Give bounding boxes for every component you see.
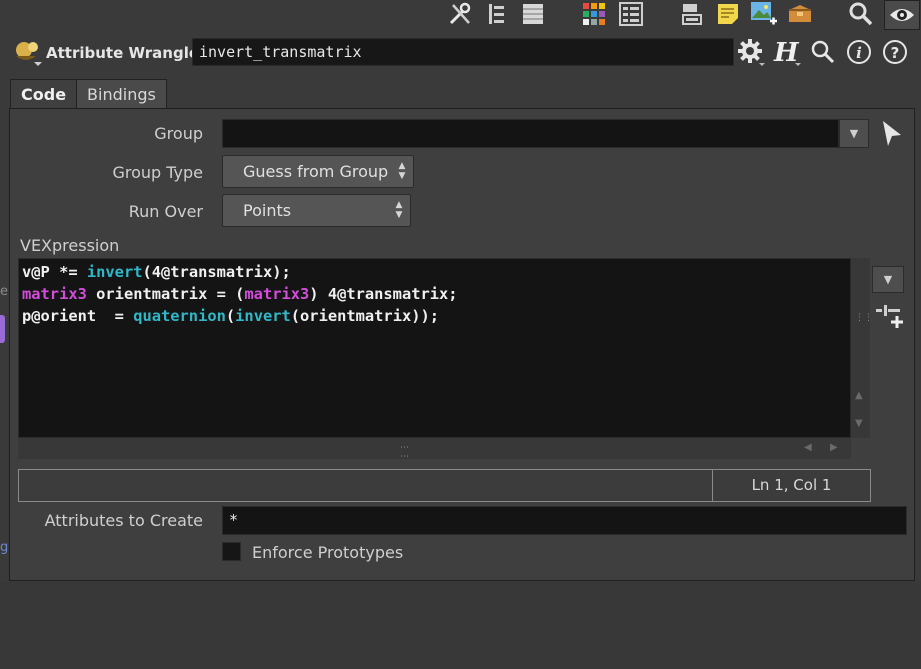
network-icon[interactable] (677, 0, 707, 28)
selection-arrow-icon[interactable] (881, 119, 905, 149)
tree-icon[interactable] (482, 0, 512, 28)
vexpression-label: VEXpression (20, 236, 120, 255)
run-over-value: Points (243, 201, 292, 220)
search-icon[interactable] (846, 0, 876, 28)
cursor-position: Ln 1, Col 1 (751, 476, 832, 494)
spinner-icon: ▲ ▼ (398, 161, 406, 181)
scroll-down-icon[interactable]: ▼ (855, 418, 863, 429)
list-icon[interactable] (518, 0, 548, 28)
group-type-value: Guess from Group (243, 162, 389, 181)
code-line: v@P *= invert(4@transmatrix); (22, 263, 291, 281)
spreadsheet-icon[interactable] (616, 0, 646, 28)
group-type-menu[interactable]: Guess from Group ▲ ▼ (222, 155, 414, 188)
code-line: p@orient = quaternion(invert(orientmatri… (22, 307, 440, 325)
code-horizontal-scrollbar[interactable]: ⋯ ⋯ ◀ ▶ (18, 438, 851, 462)
parameter-tabs: Code Bindings (10, 79, 167, 108)
node-color-tab (0, 315, 5, 343)
info-icon[interactable]: i (844, 37, 874, 67)
node-name-field[interactable]: invert_transmatrix (192, 38, 734, 66)
chevron-down-icon: ▼ (883, 273, 893, 286)
question-icon[interactable]: ? (880, 37, 910, 67)
edge-fragment: e (0, 284, 8, 299)
tab-code[interactable]: Code (10, 79, 78, 108)
group-input[interactable] (222, 119, 839, 148)
eye-icon[interactable] (884, 0, 920, 30)
node-header: Attribute Wrangle invert_transmatrix H i… (0, 34, 921, 74)
package-icon[interactable] (785, 0, 815, 28)
svg-text:H: H (773, 38, 800, 67)
node-type-label: Attribute Wrangle (46, 44, 200, 62)
attribute-wrangle-node-icon[interactable] (12, 38, 44, 68)
pane-toolbar (0, 0, 921, 34)
attributes-to-create-label: Attributes to Create (44, 511, 203, 530)
group-type-label: Group Type (112, 163, 203, 182)
scroll-up-icon[interactable]: ▲ (855, 390, 863, 401)
tab-bindings[interactable]: Bindings (77, 79, 167, 108)
pane-bottom (0, 582, 921, 669)
create-spare-parameters-icon[interactable] (874, 303, 906, 331)
spinner-icon: ▲ ▼ (395, 200, 403, 220)
chevron-down-icon: ▼ (849, 127, 859, 140)
code-status-bar: Ln 1, Col 1 (18, 469, 871, 502)
color-grid-icon[interactable] (579, 0, 609, 28)
group-label: Group (154, 124, 203, 143)
run-over-menu[interactable]: Points ▲ ▼ (222, 194, 411, 227)
svg-text:?: ? (891, 44, 900, 62)
scroll-right-icon[interactable]: ▶ (830, 442, 838, 453)
edge-fragment: g (0, 540, 9, 555)
grip-icon: ⋯ ⋯ (400, 443, 409, 462)
grip-icon: ⋮⋮ (855, 313, 873, 323)
vex-code-editor[interactable]: v@P *= invert(4@transmatrix); matrix3 ori… (18, 258, 851, 438)
status-message (19, 470, 713, 501)
enforce-prototypes-checkbox[interactable] (222, 542, 241, 561)
sticky-note-icon[interactable] (713, 0, 743, 28)
code-line: matrix3 orientmatrix = (matrix3) 4@trans… (22, 285, 458, 303)
scroll-left-icon[interactable]: ◀ (804, 442, 812, 453)
image-add-icon[interactable] (749, 0, 779, 28)
wrench-icon[interactable] (445, 0, 475, 28)
gear-icon[interactable] (736, 37, 766, 67)
code-vertical-scrollbar[interactable]: ⋮⋮ ▲ ▼ (851, 258, 873, 438)
enforce-prototypes-label: Enforce Prototypes (252, 543, 404, 562)
attributes-to-create-input[interactable]: * (222, 506, 907, 535)
snippet-dropdown-button[interactable]: ▼ (872, 266, 904, 293)
group-dropdown-button[interactable]: ▼ (839, 119, 869, 148)
svg-text:i: i (856, 44, 862, 62)
houdini-help-icon[interactable]: H (772, 37, 802, 67)
run-over-label: Run Over (128, 202, 203, 221)
search-icon[interactable] (808, 37, 838, 67)
